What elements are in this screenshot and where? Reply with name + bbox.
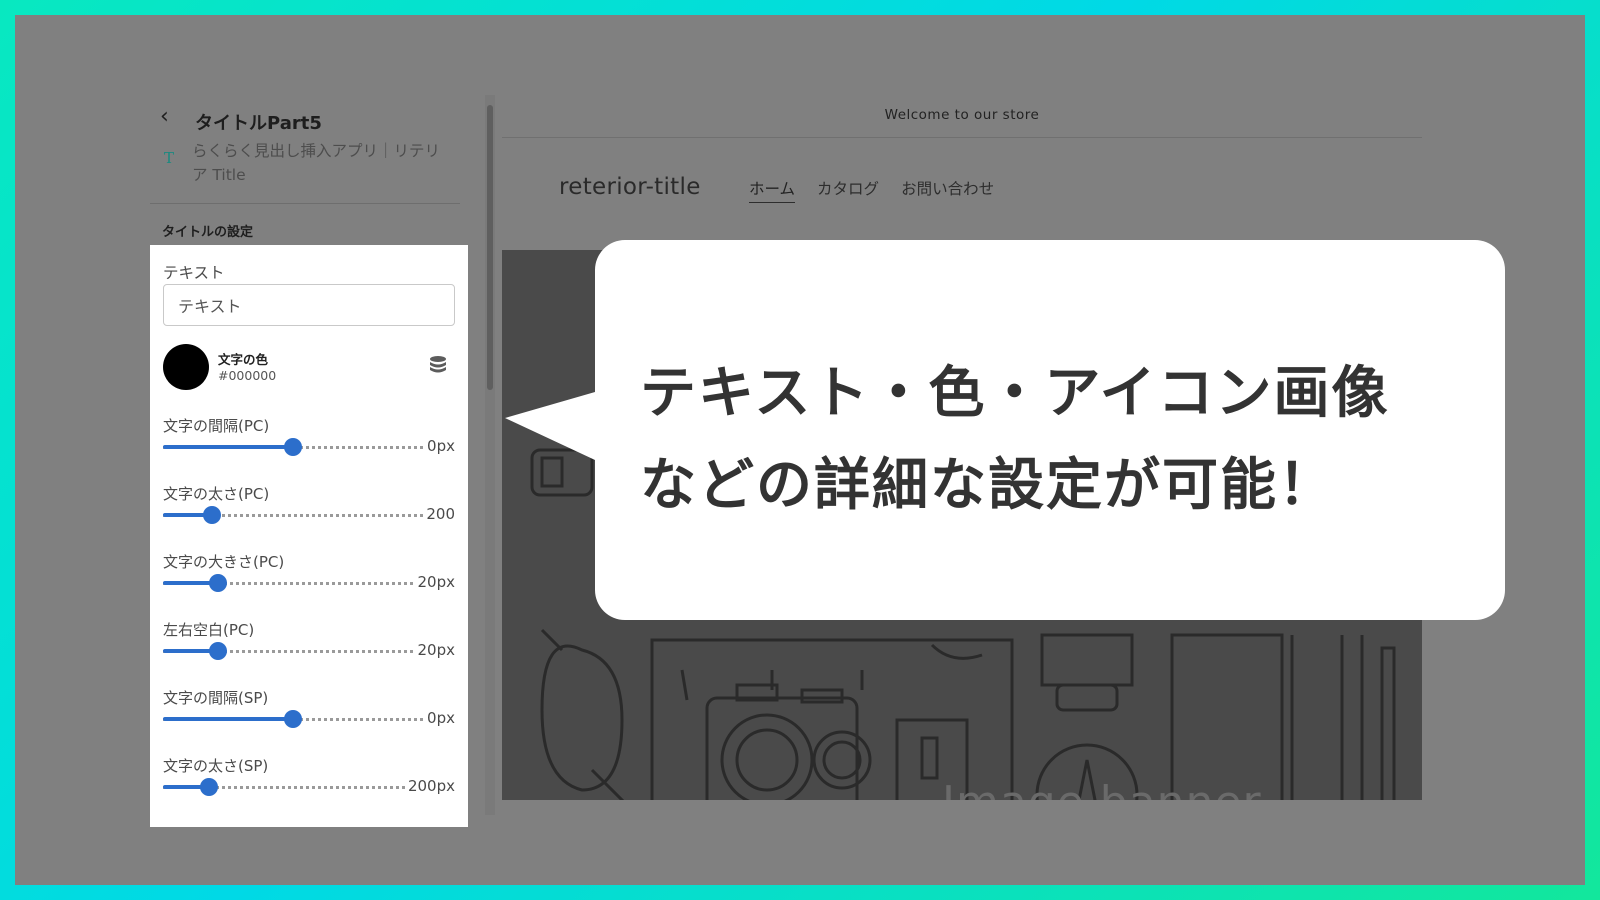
slider-thumb[interactable] bbox=[284, 438, 302, 456]
callout-line-2: などの詳細な設定が可能！ bbox=[640, 453, 1336, 518]
text-input[interactable] bbox=[163, 284, 455, 326]
slider-value: 20px bbox=[417, 573, 456, 591]
store-header: Welcome to our store reterior-title ホーム … bbox=[502, 94, 1422, 234]
divider bbox=[150, 203, 460, 204]
editor-scrollbar[interactable] bbox=[485, 95, 495, 815]
nav-item-catalog[interactable]: カタログ bbox=[817, 177, 879, 203]
slider-label: 文字の大きさ(PC) bbox=[163, 553, 285, 571]
slider-label: 文字の太さ(PC) bbox=[163, 485, 270, 503]
store-title[interactable]: reterior-title bbox=[559, 174, 701, 200]
slider-5[interactable]: 文字の太さ(SP) 200px bbox=[163, 755, 455, 811]
theme-editor-panel: ‹ タイトルPart5 T らくらく見出し挿入アプリ｜リテリア Title タイ… bbox=[150, 85, 468, 827]
slider-3[interactable]: 左右空白(PC) 20px bbox=[163, 619, 455, 675]
screenshot-frame: ‹ タイトルPart5 T らくらく見出し挿入アプリ｜リテリア Title タイ… bbox=[15, 15, 1585, 885]
slider-thumb[interactable] bbox=[203, 506, 222, 524]
announcement-text: Welcome to our store bbox=[884, 107, 1040, 123]
slider-thumb[interactable] bbox=[284, 710, 302, 728]
slider-label: 左右空白(PC) bbox=[163, 621, 255, 639]
slider-thumb[interactable] bbox=[209, 574, 227, 592]
slider-value: 0px bbox=[427, 437, 455, 455]
panel-title: タイトルPart5 bbox=[195, 113, 322, 134]
slider-1[interactable]: 文字の太さ(PC) 200 bbox=[163, 483, 455, 539]
slider-fill bbox=[163, 717, 293, 721]
slider-value: 0px bbox=[427, 709, 455, 727]
nav-item-home[interactable]: ホーム bbox=[749, 177, 796, 203]
back-arrow-icon[interactable]: ‹ bbox=[160, 105, 184, 129]
callout-bubble: テキスト・色・アイコン画像 などの詳細な設定が可能！ bbox=[505, 240, 1505, 640]
announcement-bar: Welcome to our store bbox=[502, 94, 1422, 138]
color-hex: #000000 bbox=[218, 368, 277, 383]
scrollbar-thumb[interactable] bbox=[487, 105, 493, 390]
slider-thumb[interactable] bbox=[209, 642, 227, 660]
text-field-label: テキスト bbox=[163, 264, 225, 282]
slider-4[interactable]: 文字の間隔(SP) 0px bbox=[163, 687, 455, 743]
slider-label: 文字の間隔(SP) bbox=[163, 689, 269, 707]
slider-0[interactable]: 文字の間隔(PC) 0px bbox=[163, 415, 455, 471]
banner-title: Image banner bbox=[942, 777, 1262, 800]
slider-2[interactable]: 文字の大きさ(PC) 20px bbox=[163, 551, 455, 607]
section-title: タイトルの設定 bbox=[162, 225, 254, 240]
callout-text: テキスト・色・アイコン画像 などの詳細な設定が可能！ bbox=[640, 348, 1390, 532]
slider-fill bbox=[163, 445, 293, 449]
settings-card: テキスト 文字の色 #000000 文字の間隔(PC) 0px 文字の太さ(PC) 2… bbox=[150, 245, 468, 827]
slider-thumb[interactable] bbox=[199, 778, 218, 796]
nav-item-contact[interactable]: お問い合わせ bbox=[901, 177, 994, 203]
slider-label: 文字の間隔(PC) bbox=[163, 417, 270, 435]
main-nav: ホーム カタログ お問い合わせ bbox=[749, 177, 994, 203]
dynamic-source-icon[interactable] bbox=[428, 355, 448, 377]
app-t-icon: T bbox=[164, 149, 175, 167]
app-name: らくらく見出し挿入アプリ｜リテリア Title bbox=[192, 142, 441, 184]
slider-value: 20px bbox=[417, 641, 456, 659]
color-label: 文字の色 bbox=[218, 352, 269, 367]
slider-value: 200 bbox=[426, 505, 455, 523]
callout-line-1: テキスト・色・アイコン画像 bbox=[640, 361, 1390, 426]
slider-label: 文字の太さ(SP) bbox=[163, 757, 269, 775]
color-swatch[interactable] bbox=[163, 344, 209, 390]
slider-value: 200px bbox=[407, 777, 455, 795]
